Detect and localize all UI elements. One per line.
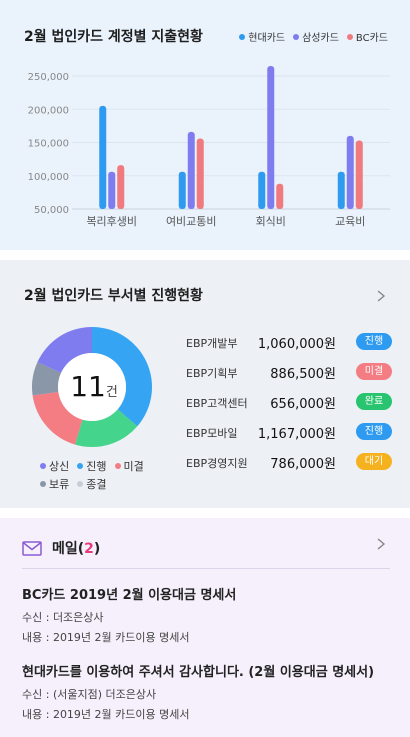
dept-name: EBP기획부 <box>186 367 238 380</box>
dept-amount: 1,167,000원 <box>257 427 336 442</box>
legend-dot <box>77 481 84 487</box>
status-badge: 진행 <box>356 333 392 350</box>
donut-legend-row: 보류 종결 <box>40 476 190 492</box>
mail-item[interactable]: 현대카드를 이용하여 주셔서 감사합니다. (2월 이용대금 명세서) 수신 :… <box>22 661 392 726</box>
dept-row[interactable]: EBP개발부 1,060,000원 진행 <box>186 330 392 360</box>
mail-header[interactable]: 메일(2) <box>22 538 100 558</box>
legend-dot <box>77 463 84 469</box>
bar[interactable] <box>178 171 186 209</box>
y-tick-label: 150,000 <box>28 139 69 150</box>
donut-legend-item: 미결 <box>114 458 144 474</box>
bar[interactable] <box>337 171 345 209</box>
legend-label: 보류 <box>49 478 70 491</box>
mail-count: 2 <box>84 541 94 557</box>
mail-title-text: 메일 <box>52 541 78 557</box>
dept-name: EBP고객센터 <box>186 397 248 410</box>
dept-row[interactable]: EBP경영지원 786,000원 대기 <box>186 450 392 480</box>
donut-legend-item: 종결 <box>77 476 107 492</box>
donut-total-unit: 건 <box>105 385 118 400</box>
dept-amount: 886,500원 <box>270 367 336 382</box>
y-tick-label: 100,000 <box>28 172 69 183</box>
legend-dot <box>40 481 46 487</box>
bar[interactable] <box>187 131 195 209</box>
bar[interactable] <box>267 66 275 210</box>
dept-name: EBP경영지원 <box>186 457 248 470</box>
y-tick-label: 200,000 <box>28 105 69 116</box>
x-category-label: 여비교통비 <box>166 215 217 228</box>
mail-item[interactable]: BC카드 2019년 2월 이용대금 명세서 수신 : 더조은상사 내용 : 2… <box>22 584 392 649</box>
mail-subject: BC카드 2019년 2월 이용대금 명세서 <box>22 588 237 603</box>
bar-chart: 250,000 200,000 150,000 100,000 50,000 복리후생비 여… <box>28 66 390 228</box>
divider <box>22 568 390 569</box>
legend-dot <box>40 463 46 469</box>
chevron-right-icon[interactable] <box>374 289 388 303</box>
dept-name: EBP개발부 <box>186 337 238 350</box>
donut-legend: 상신 진행 미결 보류 종결 <box>40 458 190 494</box>
mail-subject: 현대카드를 이용하여 주셔서 감사합니다. (2월 이용대금 명세서) <box>22 665 375 680</box>
dept-row[interactable]: EBP모바일 1,167,000원 진행 <box>186 420 392 450</box>
donut-total-number: 11 <box>70 370 106 403</box>
legend-dot <box>114 463 121 469</box>
donut-legend-item: 보류 <box>40 476 69 492</box>
bar[interactable] <box>196 138 204 209</box>
y-tick-label: 50,000 <box>34 205 69 216</box>
mail-icon <box>22 540 42 556</box>
y-tick-label: 250,000 <box>28 72 69 83</box>
dept-row[interactable]: EBP고객센터 656,000원 완료 <box>186 390 392 420</box>
legend-label: 상신 <box>49 460 70 473</box>
donut-legend-row: 상신 진행 미결 <box>40 458 190 474</box>
bar[interactable] <box>99 105 107 209</box>
chevron-right-icon[interactable] <box>374 537 388 551</box>
mail-recipient: 수신 : (서울지점) 더조은상사 <box>22 688 157 701</box>
legend-label: 미결 <box>123 460 144 473</box>
mail-content: 내용 : 2019년 2월 카드이용 명세서 <box>22 708 190 721</box>
bar[interactable] <box>117 165 125 209</box>
bar[interactable] <box>258 171 266 209</box>
legend-label: 종결 <box>86 478 107 491</box>
dept-amount: 786,000원 <box>270 457 336 472</box>
mail-content: 내용 : 2019년 2월 카드이용 명세서 <box>22 631 190 644</box>
dept-amount: 1,060,000원 <box>257 337 336 352</box>
bar[interactable] <box>355 140 363 209</box>
x-category-label: 복리후생비 <box>86 215 137 228</box>
status-badge: 미결 <box>356 363 392 380</box>
donut-legend-item: 진행 <box>77 458 107 474</box>
spending-card: 2월 법인카드 계정별 지출현황 현대카드 삼성카드 BC카드 250,000 2… <box>0 0 410 250</box>
legend-label: 진행 <box>86 460 107 473</box>
dept-list: EBP개발부 1,060,000원 진행 EBP기획부 886,500원 미결 … <box>186 330 392 480</box>
dept-name: EBP모바일 <box>186 427 238 440</box>
mail-recipient: 수신 : 더조은상사 <box>22 611 104 624</box>
status-badge: 진행 <box>356 423 392 440</box>
bar[interactable] <box>276 183 284 209</box>
status-badge: 대기 <box>356 453 392 470</box>
donut-legend-item: 상신 <box>40 458 69 474</box>
dept-row[interactable]: EBP기획부 886,500원 미결 <box>186 360 392 390</box>
x-category-label: 회식비 <box>256 215 286 228</box>
donut-total: 11건 <box>62 370 126 403</box>
dept-card-title: 2월 법인카드 부서별 진행현황 <box>24 288 203 304</box>
mail-title: 메일(2) <box>52 541 101 557</box>
status-badge: 완료 <box>356 393 392 410</box>
x-category-label: 교육비 <box>335 215 365 228</box>
bar[interactable] <box>346 135 354 209</box>
bar[interactable] <box>108 171 116 209</box>
dept-amount: 656,000원 <box>270 397 336 412</box>
